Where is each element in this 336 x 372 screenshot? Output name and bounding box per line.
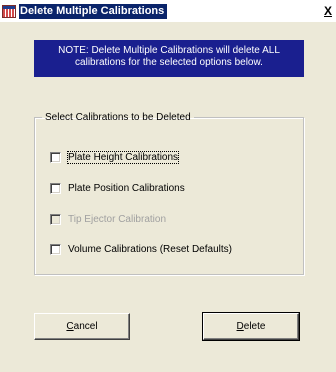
plate-position-option[interactable]: Plate Position Calibrations (50, 180, 185, 196)
plate-height-checkbox[interactable] (50, 151, 61, 163)
calibration-group: Select Calibrations to be Deleted Plate … (34, 112, 304, 275)
cancel-label-rest: ancel (73, 321, 98, 332)
cancel-button[interactable]: Cancel (34, 313, 130, 340)
tip-ejector-label: Tip Ejector Calibration (68, 213, 167, 225)
plate-height-label[interactable]: Plate Height Calibrations (66, 150, 180, 164)
delete-mnemonic: D (236, 321, 244, 332)
plate-position-checkbox[interactable] (50, 182, 61, 194)
calibration-group-legend: Select Calibrations to be Deleted (45, 112, 191, 123)
window-title: Delete Multiple Calibrations (19, 4, 168, 19)
plate-height-option[interactable]: Plate Height Calibrations (50, 149, 180, 165)
tip-ejector-checkbox (50, 213, 61, 225)
volume-checkbox[interactable] (50, 243, 61, 255)
note-line-2: calibrations for the selected options be… (75, 57, 263, 68)
cancel-mnemonic: C (66, 321, 74, 332)
delete-button[interactable]: Delete (202, 312, 300, 341)
delete-label-rest: elete (243, 321, 266, 332)
title-bar[interactable]: Delete Multiple Calibrations X (0, 0, 336, 22)
note-line-1: NOTE: Delete Multiple Calibrations will … (58, 45, 280, 56)
close-button[interactable]: X (324, 4, 336, 18)
note-banner: NOTE: Delete Multiple Calibrations will … (34, 40, 304, 77)
volume-label[interactable]: Volume Calibrations (Reset Defaults) (68, 244, 232, 255)
app-icon (2, 5, 16, 18)
plate-position-label[interactable]: Plate Position Calibrations (68, 183, 185, 194)
volume-option[interactable]: Volume Calibrations (Reset Defaults) (50, 241, 232, 257)
tip-ejector-option: Tip Ejector Calibration (50, 211, 166, 227)
